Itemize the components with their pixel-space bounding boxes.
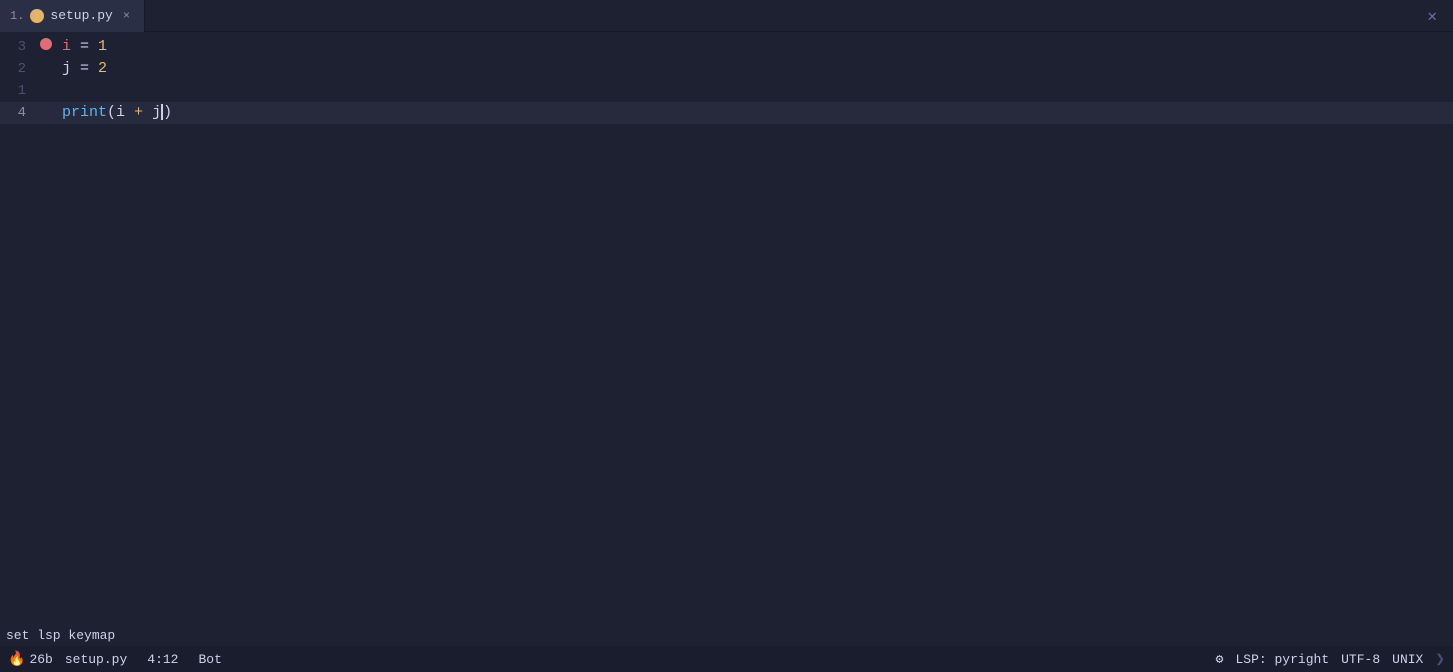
tab-setup-py[interactable]: 1. setup.py × (0, 0, 145, 32)
status-filename: setup.py (65, 652, 127, 667)
lsp-gear-icon: ⚙ (1216, 652, 1224, 667)
line-number-2: 2 (0, 58, 38, 80)
flame-icon: 🔥 (8, 651, 25, 668)
python-icon (30, 9, 44, 23)
eol-label: UNIX (1392, 652, 1423, 667)
lsp-label: LSP: pyright (1236, 652, 1330, 667)
line-number-1: 1 (0, 80, 38, 102)
code-content-line1: i = 1 (58, 36, 107, 58)
code-line-1: 3 i = 1 (0, 36, 1453, 58)
cmdline-text: set lsp keymap (6, 628, 115, 643)
line-number-4: 4 (0, 102, 38, 124)
editor-mode: Bot (198, 652, 221, 667)
code-line-3: 1 (0, 80, 1453, 102)
tab-number: 1. (10, 9, 24, 23)
cursor-position: 4:12 (147, 652, 178, 667)
code-content-line2: j = 2 (58, 58, 107, 80)
cmdline-bar: set lsp keymap (0, 624, 1453, 646)
code-line-2: 2 j = 2 (0, 58, 1453, 80)
encoding-label: UTF-8 (1341, 652, 1380, 667)
line-number-3: 3 (0, 36, 38, 58)
window-close-area: ✕ (1419, 2, 1453, 30)
tab-close-button[interactable]: × (119, 7, 134, 25)
arrow-icon: ❯ (1435, 649, 1445, 669)
breakpoint-indicator[interactable] (40, 38, 52, 50)
code-content-line4: print(i + j) (58, 102, 172, 124)
code-line-4: 4 print(i + j) (0, 102, 1453, 124)
tab-bar: 1. setup.py × ✕ (0, 0, 1453, 32)
status-bar: 🔥 26b setup.py 4:12 Bot ⚙ LSP: pyright U… (0, 646, 1453, 672)
file-size: 26b (29, 652, 52, 667)
tab-filename: setup.py (50, 8, 112, 23)
editor-area[interactable]: 3 i = 1 2 j = 2 1 4 print(i + j) (0, 32, 1453, 606)
status-right-group: ⚙ LSP: pyright UTF-8 UNIX ❯ (1216, 649, 1445, 669)
code-lines: 3 i = 1 2 j = 2 1 4 print(i + j) (0, 32, 1453, 124)
window-close-button[interactable]: ✕ (1419, 2, 1445, 30)
